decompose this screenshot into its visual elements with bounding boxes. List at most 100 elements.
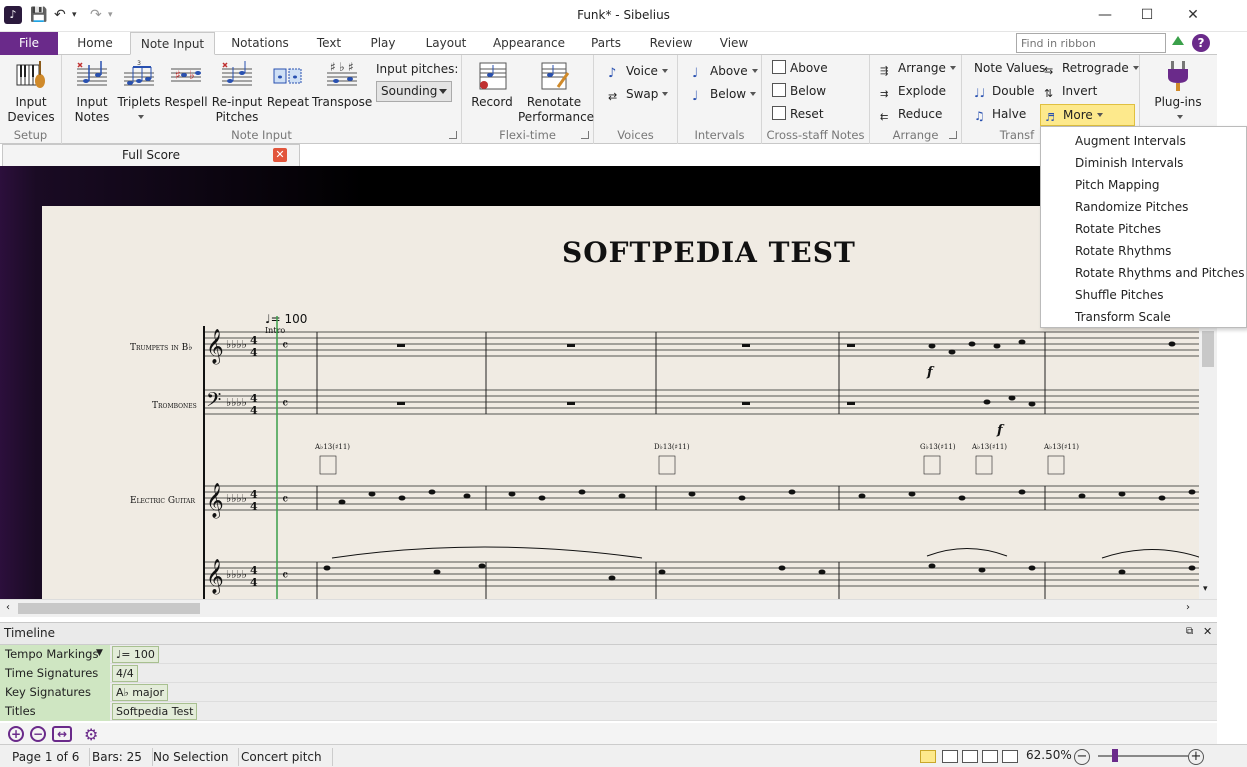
more-menu: Augment Intervals Diminish Intervals Pit… [1040, 126, 1247, 328]
cross-staff-reset-button[interactable]: Reset [772, 104, 824, 124]
timeline-value[interactable]: ♩= 100 [112, 646, 159, 663]
horizontal-scrollbar[interactable]: ‹ › [0, 599, 1217, 617]
timeline-row[interactable]: Key Signatures A♭ major [0, 683, 1217, 702]
cross-staff-below-button[interactable]: Below [772, 81, 826, 101]
menu-item-shuffle-pitches[interactable]: Shuffle Pitches [1041, 284, 1246, 306]
tab-full-score[interactable]: Full Score [2, 144, 300, 166]
timeline-row[interactable]: Titles Softpedia Test [0, 702, 1217, 721]
timeline-row[interactable]: Time Signatures 4/4 [0, 664, 1217, 683]
reinput-pitches-button[interactable]: Re-input Pitches [210, 59, 264, 125]
retrograde-button[interactable]: ⇆ Retrograde [1044, 58, 1139, 78]
zoom-slider-thumb[interactable] [1112, 749, 1118, 762]
timeline-value[interactable]: A♭ major [112, 684, 168, 701]
menu-item-rotate-pitches[interactable]: Rotate Pitches [1041, 218, 1246, 240]
zoom-level[interactable]: 62.50% [1026, 748, 1072, 762]
arrange-button[interactable]: ⇶ Arrange [880, 58, 956, 78]
input-devices-button[interactable]: Input Devices [4, 59, 58, 125]
scroll-down-icon[interactable]: ▾ [1203, 584, 1208, 594]
status-page[interactable]: Page 1 of 6 [12, 748, 91, 766]
chevron-down-icon[interactable]: ▼ [96, 648, 103, 658]
record-button[interactable]: Record [468, 59, 516, 110]
interval-below-button[interactable]: ♩ Below [692, 84, 757, 104]
score-canvas[interactable]: SOFTPEDIA TEST ♩= 100 Intro Trumpets in … [0, 166, 1217, 599]
menu-item-diminish-intervals[interactable]: Diminish Intervals [1041, 152, 1246, 174]
group-intervals-label: Intervals [694, 128, 745, 142]
cross-staff-above-button[interactable]: Above [772, 58, 828, 78]
arrange-launcher-icon[interactable] [949, 131, 957, 139]
triplets-icon: 3 [124, 60, 154, 86]
zoom-out-button[interactable]: − [1074, 749, 1090, 765]
close-tab-icon[interactable]: ✕ [273, 148, 287, 162]
view-single-icon[interactable] [982, 750, 998, 763]
menu-item-pitch-mapping[interactable]: Pitch Mapping [1041, 174, 1246, 196]
zoom-in-icon[interactable]: + [8, 726, 24, 742]
explode-button[interactable]: ⇉ Explode [880, 81, 946, 101]
tab-view[interactable]: View [712, 32, 756, 55]
input-pitches-select[interactable]: Sounding [376, 81, 452, 102]
note-input-launcher-icon[interactable] [449, 131, 457, 139]
timeline-value[interactable]: 4/4 [112, 665, 138, 682]
scroll-left-icon[interactable]: ‹ [6, 602, 10, 613]
view-spread-icon[interactable] [942, 750, 958, 763]
close-button[interactable]: ✕ [1170, 0, 1216, 30]
more-label: More [1063, 108, 1093, 122]
minimize-button[interactable]: — [1082, 0, 1128, 30]
group-cross-staff: Above Below Reset Cross-staff Notes [762, 55, 870, 144]
repeat-button[interactable]: Repeat [266, 59, 310, 110]
double-button[interactable]: ♩♩ Double [974, 81, 1035, 101]
vertical-scroll-thumb[interactable] [1202, 331, 1214, 367]
flexi-time-launcher-icon[interactable] [581, 131, 589, 139]
more-button[interactable]: ♬ More [1040, 104, 1135, 126]
menu-item-rotate-rhythms-and-pitches[interactable]: Rotate Rhythms and Pitches [1041, 262, 1246, 284]
interval-above-button[interactable]: ♩ Above [692, 61, 758, 81]
collapse-ribbon-icon[interactable] [1172, 36, 1184, 45]
gear-icon[interactable]: ⚙ [84, 725, 98, 744]
horizontal-scroll-thumb[interactable] [18, 603, 200, 614]
svg-text:4: 4 [250, 346, 258, 359]
zoom-out-icon[interactable]: − [30, 726, 46, 742]
triplets-button[interactable]: 3 Triplets [116, 59, 162, 125]
help-icon[interactable]: ? [1192, 34, 1210, 52]
transpose-button[interactable]: ♯ ♭ ♯ Transpose [312, 59, 372, 110]
maximize-button[interactable]: ☐ [1124, 0, 1170, 30]
invert-button[interactable]: ⇅ Invert [1044, 81, 1097, 101]
tab-layout[interactable]: Layout [418, 32, 474, 55]
timeline-value[interactable]: Softpedia Test [112, 703, 198, 720]
timeline-panel: Timeline ⧉ ✕ Tempo Markings ▼ ♩= 100 Time… [0, 622, 1217, 745]
view-pages-icon[interactable] [920, 750, 936, 763]
timeline-row[interactable]: Tempo Markings ▼ ♩= 100 [0, 645, 1217, 664]
menu-item-randomize-pitches[interactable]: Randomize Pitches [1041, 196, 1246, 218]
ribbon-search-input[interactable] [1016, 33, 1166, 53]
renotate-performance-button[interactable]: Renotate Performance [518, 59, 594, 125]
voice-button[interactable]: ♪ Voice [608, 61, 668, 81]
view-fullscreen-icon[interactable] [1002, 750, 1018, 763]
close-panel-icon[interactable]: ✕ [1203, 625, 1212, 638]
menu-item-augment-intervals[interactable]: Augment Intervals [1041, 130, 1246, 152]
reduce-button[interactable]: ⇇ Reduce [880, 104, 942, 124]
timeline-row-label: Time Signatures [0, 664, 110, 683]
swap-button[interactable]: ⇄ Swap [608, 84, 669, 104]
halve-button[interactable]: ♫ Halve [974, 104, 1026, 124]
staff-guitar [204, 485, 1200, 511]
tab-note-input[interactable]: Note Input [130, 32, 215, 55]
respell-button[interactable]: ♯ ♭ Respell [164, 59, 208, 110]
tab-parts[interactable]: Parts [584, 32, 628, 55]
plugins-button[interactable]: Plug-ins [1148, 59, 1208, 125]
tab-notations[interactable]: Notations [222, 32, 298, 55]
tab-play[interactable]: Play [362, 32, 404, 55]
zoom-in-button[interactable]: + [1188, 749, 1204, 765]
input-notes-button[interactable]: Input Notes [70, 59, 114, 125]
tab-appearance[interactable]: Appearance [488, 32, 570, 55]
scroll-right-icon[interactable]: › [1186, 602, 1190, 613]
view-panorama-icon[interactable] [962, 750, 978, 763]
tab-text[interactable]: Text [308, 32, 350, 55]
svg-text:𝄴: 𝄴 [282, 338, 288, 354]
title-bar: ♪ 💾 ↶ ▾ ↷ ▾ Funk* - Sibelius — ☐ ✕ [0, 0, 1247, 32]
fit-width-icon[interactable]: ↔ [52, 726, 72, 742]
tab-home[interactable]: Home [66, 32, 124, 55]
menu-item-transform-scale[interactable]: Transform Scale [1041, 306, 1246, 328]
tab-review[interactable]: Review [644, 32, 698, 55]
menu-item-rotate-rhythms[interactable]: Rotate Rhythms [1041, 240, 1246, 262]
restore-panel-icon[interactable]: ⧉ [1186, 626, 1193, 637]
tab-file[interactable]: File [0, 32, 58, 55]
